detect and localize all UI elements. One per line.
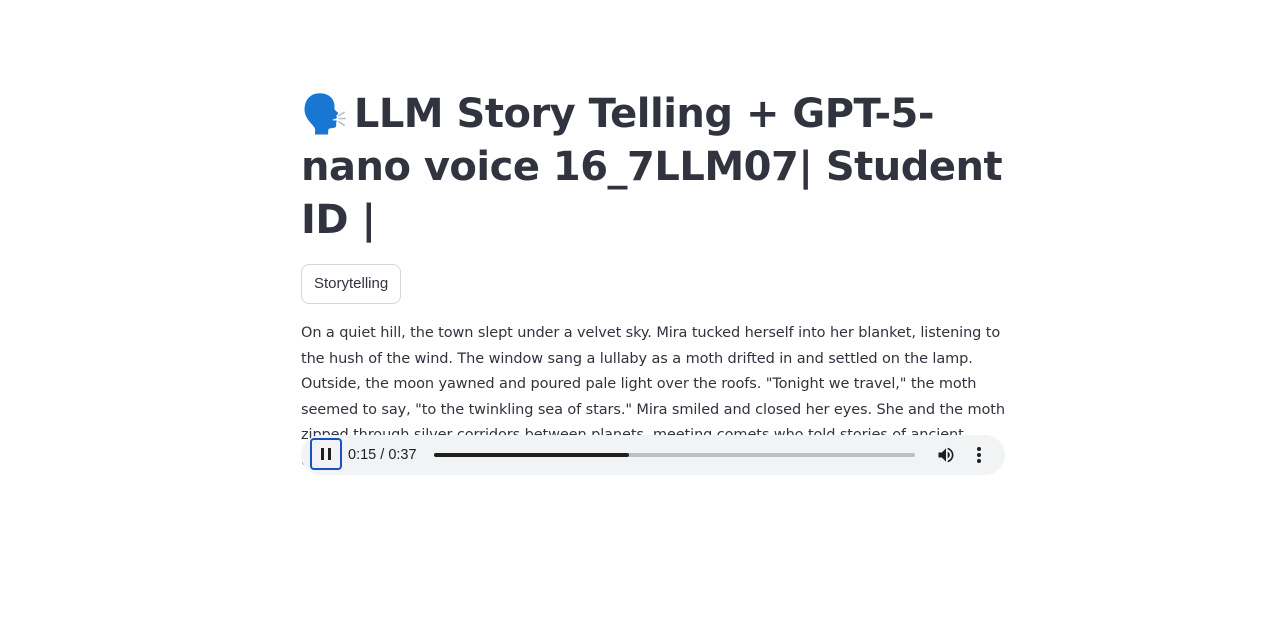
seek-slider[interactable] bbox=[434, 453, 915, 457]
page-title: 🗣️ LLM Story Telling + GPT-5-nano voice 1… bbox=[301, 88, 1005, 247]
pause-button[interactable] bbox=[310, 438, 342, 470]
duration: 0:37 bbox=[388, 447, 417, 463]
page-title-text: LLM Story Telling + GPT-5-nano voice 16_… bbox=[301, 91, 1003, 243]
storytelling-button[interactable]: Storytelling bbox=[301, 264, 402, 304]
volume-button[interactable] bbox=[935, 445, 957, 465]
seek-progress bbox=[434, 453, 629, 457]
speaking-head-emoji: 🗣️ bbox=[301, 92, 348, 136]
main-container: 🗣️ LLM Story Telling + GPT-5-nano voice 1… bbox=[301, 88, 1005, 475]
current-time: 0:15 bbox=[348, 447, 377, 463]
time-display: 0:15 / 0:37 bbox=[348, 435, 417, 475]
volume-icon bbox=[938, 447, 954, 463]
pause-icon bbox=[321, 448, 331, 460]
time-separator: / bbox=[380, 447, 385, 463]
audio-player: 0:15 / 0:37 bbox=[301, 435, 1005, 475]
more-vert-icon bbox=[977, 447, 981, 463]
more-options-button[interactable] bbox=[969, 445, 989, 465]
